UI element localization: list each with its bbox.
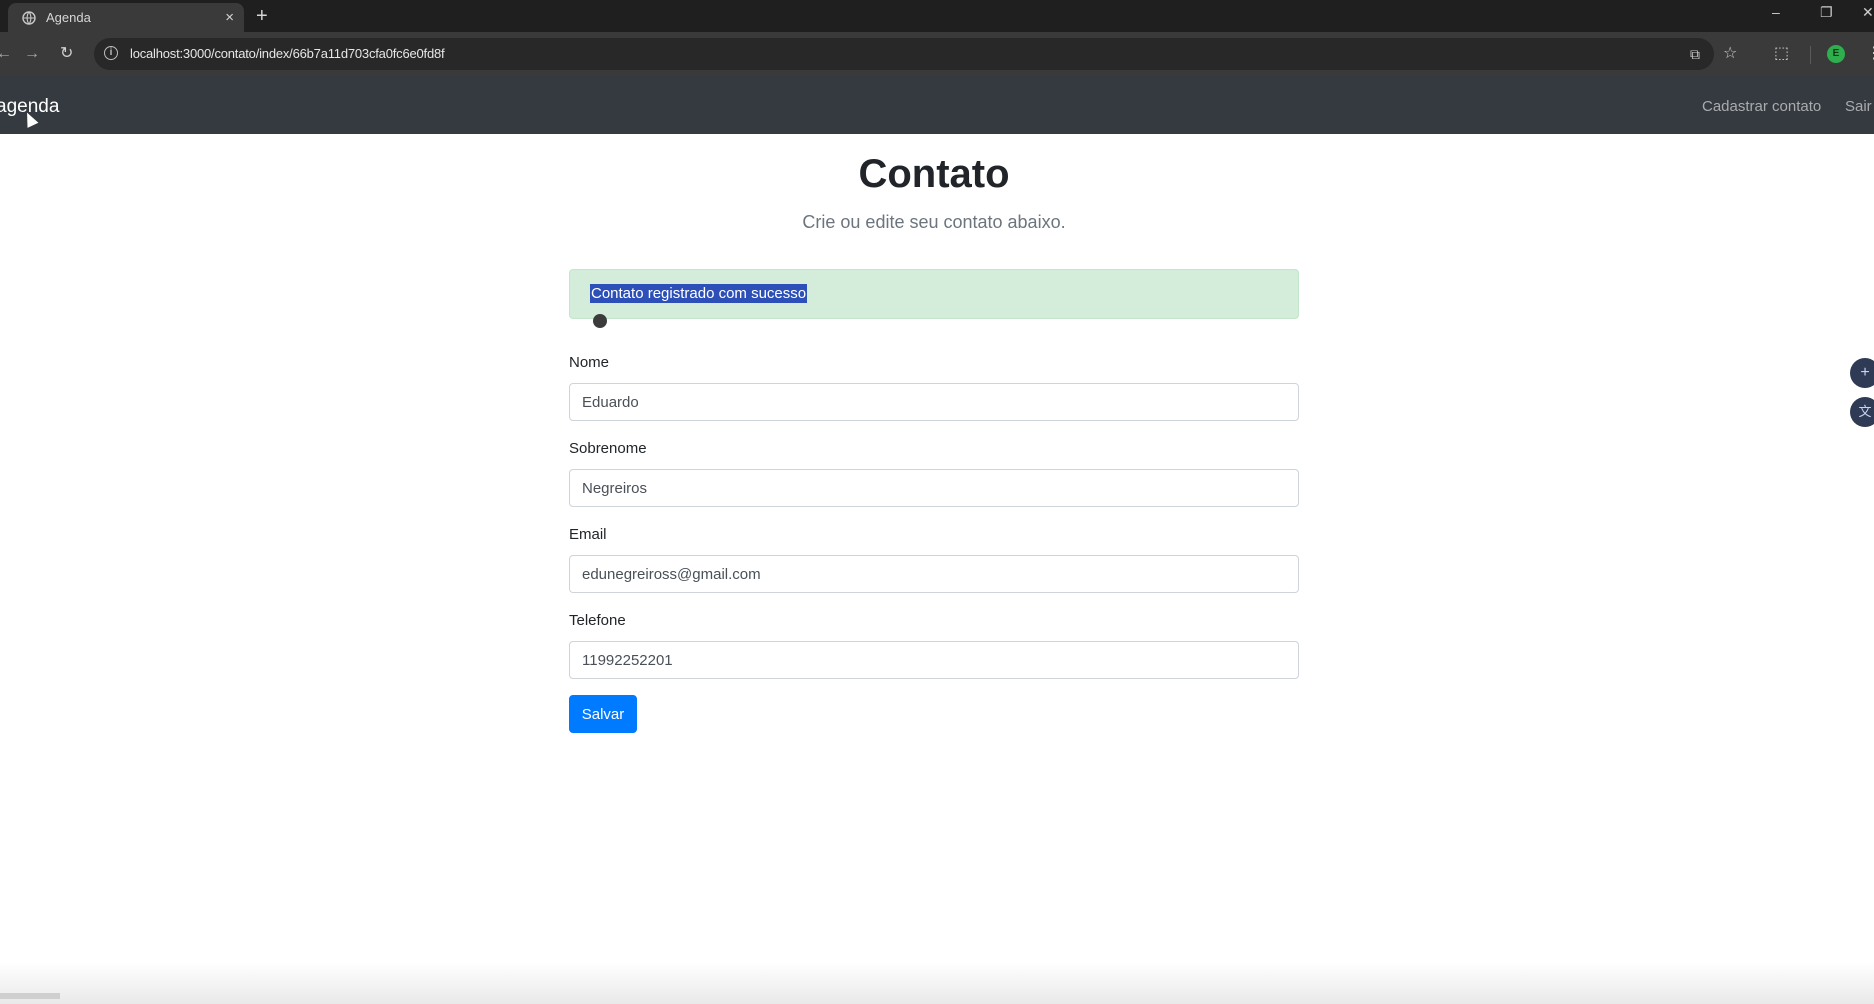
- globe-icon: [22, 10, 36, 25]
- nav-link-cadastrar-contato[interactable]: Cadastrar contato: [1702, 98, 1821, 115]
- page-title: Contato: [858, 152, 1010, 196]
- menu-icon[interactable]: ⋮: [1866, 43, 1874, 65]
- restore-window-button[interactable]: ❐: [1820, 4, 1833, 21]
- sobrenome-input[interactable]: [569, 469, 1299, 507]
- translate-icon[interactable]: 文: [1850, 397, 1874, 427]
- page-subtitle: Crie ou edite seu contato abaixo.: [802, 212, 1066, 232]
- url-text[interactable]: localhost:3000/contato/index/66b7a11d703…: [130, 46, 445, 61]
- screenshot-icon[interactable]: ⧉: [1690, 43, 1700, 65]
- tab-title: Agenda: [46, 10, 91, 25]
- nome-input[interactable]: [569, 383, 1299, 421]
- telefone-label: Telefone: [569, 612, 626, 629]
- app-navbar: agenda Cadastrar contato Sair: [0, 76, 1874, 134]
- browser-tab-strip: Agenda × + – ❐ ✕: [0, 0, 1874, 32]
- forward-icon[interactable]: →: [24, 43, 40, 65]
- save-button[interactable]: Salvar: [569, 695, 637, 733]
- bottom-bar: [0, 962, 1874, 1004]
- reload-icon[interactable]: ↻: [60, 43, 73, 65]
- email-input[interactable]: [569, 555, 1299, 593]
- assistant-add-icon[interactable]: +: [1850, 358, 1874, 388]
- alert-message: Contato registrado com sucesso: [590, 284, 808, 303]
- profile-avatar[interactable]: E: [1827, 45, 1845, 63]
- success-alert: Contato registrado com sucesso: [569, 269, 1299, 319]
- address-bar[interactable]: i localhost:3000/contato/index/66b7a11d7…: [94, 38, 1714, 70]
- nav-link-sair[interactable]: Sair: [1845, 98, 1872, 115]
- minimize-window-button[interactable]: –: [1772, 4, 1780, 20]
- close-window-button[interactable]: ✕: [1862, 4, 1874, 21]
- telefone-input[interactable]: [569, 641, 1299, 679]
- new-tab-button[interactable]: +: [256, 3, 268, 29]
- toolbar-divider: [1810, 46, 1811, 64]
- extensions-icon[interactable]: ⬚: [1774, 43, 1789, 65]
- sobrenome-label: Sobrenome: [569, 440, 647, 457]
- nome-label: Nome: [569, 354, 610, 371]
- text-selection-handle-icon[interactable]: [593, 314, 607, 328]
- back-icon[interactable]: ←: [0, 43, 12, 65]
- browser-tab[interactable]: Agenda ×: [8, 3, 244, 32]
- browser-toolbar: ← → ↻ i localhost:3000/contato/index/66b…: [0, 32, 1874, 76]
- star-icon[interactable]: ☆: [1723, 43, 1737, 65]
- close-tab-icon[interactable]: ×: [225, 9, 234, 26]
- scrollbar-thumb[interactable]: [0, 993, 60, 999]
- email-label: Email: [569, 526, 607, 543]
- site-info-icon[interactable]: i: [104, 46, 118, 60]
